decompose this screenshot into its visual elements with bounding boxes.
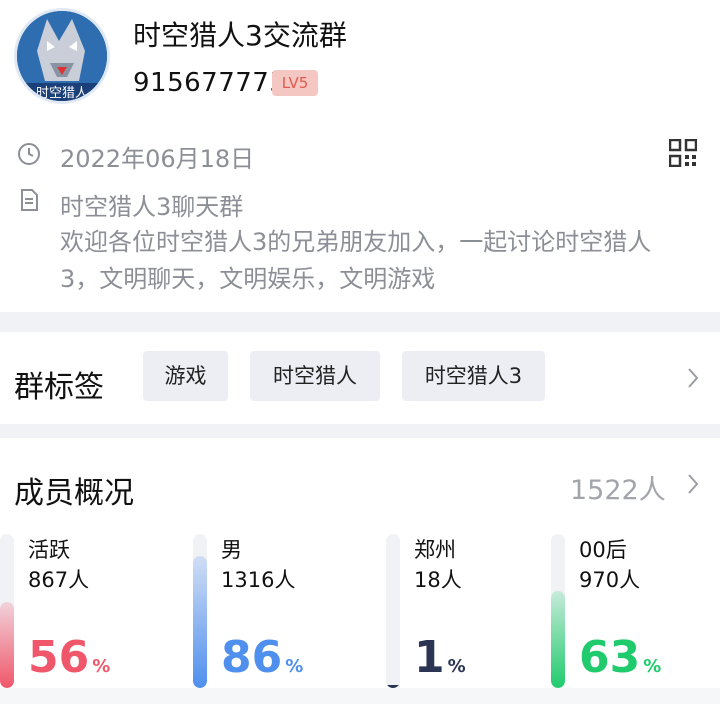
group-tags-row[interactable]: 群标签 游戏 时空猎人 时空猎人3 — [0, 332, 720, 424]
stat-percent: 1% — [414, 632, 466, 683]
description-title: 时空猎人3聊天群 — [60, 193, 244, 221]
stat-percent: 86% — [221, 632, 303, 683]
chevron-right-icon[interactable] — [685, 472, 701, 496]
stat-bar-fill — [193, 556, 207, 688]
tags-title: 群标签 — [14, 370, 104, 405]
stat-count: 970人 — [579, 568, 641, 592]
stat-label: 活跃 — [28, 538, 70, 562]
avatar-logo-text: 时空猎人 — [36, 86, 88, 101]
description-body: 欢迎各位时空猎人3的兄弟朋友加入，一起讨论时空猎人3，文明聊天，文明娱乐，文明游… — [60, 228, 652, 293]
qr-code-icon[interactable] — [669, 139, 697, 167]
stat-label: 男 — [221, 538, 242, 562]
tag-item[interactable]: 时空猎人 — [250, 351, 380, 401]
stat-percent-value: 56 — [28, 632, 90, 683]
stat-bar-track — [386, 534, 400, 688]
members-count[interactable]: 1522人 — [570, 468, 666, 507]
stat-active: 活跃 867人 56% — [0, 534, 170, 704]
level-badge: LV5 — [272, 70, 318, 96]
bottom-divider — [0, 688, 720, 704]
stat-percent-value: 1 — [414, 632, 445, 683]
stat-percent-value: 63 — [579, 632, 641, 683]
section-divider — [0, 312, 720, 332]
tag-item[interactable]: 时空猎人3 — [402, 351, 545, 401]
chevron-right-icon[interactable] — [685, 366, 701, 390]
clock-icon — [18, 143, 40, 165]
stat-count: 18人 — [414, 568, 462, 592]
document-icon — [21, 189, 38, 211]
stat-male: 男 1316人 86% — [193, 534, 363, 704]
stat-count: 1316人 — [221, 568, 296, 592]
stat-percent: 63% — [579, 632, 661, 683]
stat-percent-unit: % — [285, 656, 304, 677]
stat-percent: 56% — [28, 632, 110, 683]
stat-label: 00后 — [579, 538, 627, 562]
stat-bar-track — [0, 534, 14, 688]
members-title: 成员概况 — [14, 476, 134, 511]
stat-label: 郑州 — [414, 538, 456, 562]
member-overview: 成员概况 1522人 活跃 867人 56% 男 1316人 86% 郑州 18… — [0, 438, 720, 704]
wolf-avatar-image: 时空猎人 — [17, 11, 107, 101]
stat-percent-unit: % — [643, 656, 662, 677]
stat-age-group: 00后 970人 63% — [551, 534, 720, 704]
stat-percent-unit: % — [92, 656, 111, 677]
stat-percent-value: 86 — [221, 632, 283, 683]
tag-item[interactable]: 游戏 — [143, 351, 228, 401]
stat-bar-track — [551, 534, 565, 688]
stat-bar-track — [193, 534, 207, 688]
group-id: 915677775 — [133, 68, 287, 98]
group-name: 时空猎人3交流群 — [133, 19, 347, 52]
stat-bar-fill — [0, 602, 14, 688]
stat-percent-unit: % — [447, 656, 466, 677]
stat-bar-fill — [551, 591, 565, 688]
section-divider — [0, 424, 720, 438]
stat-count: 867人 — [28, 568, 90, 592]
stat-city: 郑州 18人 1% — [386, 534, 556, 704]
created-date: 2022年06月18日 — [60, 145, 255, 173]
group-avatar[interactable]: 时空猎人 — [14, 8, 110, 104]
group-header: 时空猎人 时空猎人3交流群 915677775 LV5 2022年06月18日 … — [0, 0, 720, 312]
